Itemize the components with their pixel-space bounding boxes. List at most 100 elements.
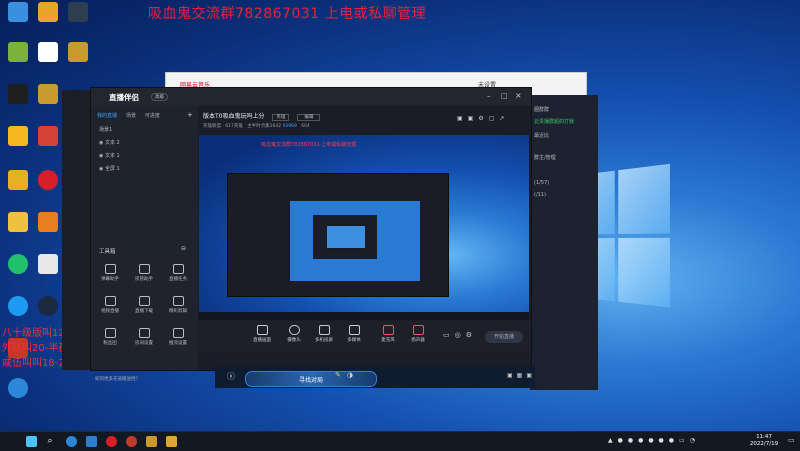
panel-row: 云贵播群超的打我 [534,119,575,125]
edge-taskbar-icon[interactable] [66,436,77,447]
desktop-icon[interactable] [3,84,33,104]
desktop-icon[interactable] [33,42,63,62]
camera-icon [288,325,300,335]
category-chip[interactable]: 英雄 [272,114,290,121]
edge-icon[interactable] [3,378,33,398]
scene-item[interactable]: ◉ 文本 1 [99,152,120,159]
speaker-button[interactable]: 扬声器 [405,325,431,343]
maximize-icon[interactable]: □ [501,92,508,100]
desktop-icon[interactable] [33,84,63,104]
search-icon[interactable]: ⌕ [44,436,56,447]
desktop-icon[interactable] [3,212,33,232]
preview-taskbar [199,312,529,320]
desktop-icon[interactable] [63,2,93,22]
start-live-button[interactable]: 开始直播 [485,331,523,343]
play-icon [348,325,360,335]
panel-row: (1/57) [534,180,550,186]
settings-icon[interactable]: ▭◎⚙ [443,331,477,339]
scene-item[interactable]: ◉ 文本 2 [99,139,120,146]
desktop-icon[interactable] [33,126,63,146]
live-companion-window[interactable]: 直播伴侣 高级 – □ × 我的直播 场景 可进度 + 场景1 ◉ 文本 2 ◉… [90,87,532,382]
speaker-icon [412,325,424,335]
tab-progress[interactable]: 可进度 [145,112,160,119]
edit-icon[interactable]: ✎◑ [335,371,359,379]
preview-banner-text: 吸血鬼交流群782867031 上电或私聊管理 [261,142,357,148]
steam-icon[interactable] [33,296,63,316]
admin-icon [138,264,150,274]
tool-room-settings[interactable]: 房间设置 [129,328,159,346]
desktop-icon[interactable] [3,126,33,146]
qq-icon[interactable] [3,296,33,316]
room-title[interactable]: 版本T0吸血鬼玩吗上分 英雄 编辑 [203,111,321,121]
camera-button[interactable]: 摄像头 [281,325,307,343]
phone-cast-button[interactable]: 多机投屏 [311,325,337,343]
league-2-taskbar-icon[interactable] [166,436,177,447]
nested-preview-deep [326,225,366,249]
room-header: 版本T0吸血鬼玩吗上分 英雄 编辑 英雄联盟 · 617英雄 主半时点集1642… [199,106,531,134]
background-chat-panel[interactable]: 圈群群 云贵播群超的打我 最近比 群主/管理 (1/57) (/11) [530,95,598,390]
desktop-icon[interactable] [3,170,33,190]
desktop-icon[interactable] [33,254,63,274]
monitor-icon [256,325,268,335]
desktop-icon[interactable] [63,42,93,62]
netease-icon[interactable] [33,170,63,190]
microphone-button[interactable]: 麦克风 [375,325,401,343]
tool-room-admin[interactable]: 房管助手 [129,264,159,282]
tray-icons[interactable]: ▲●●●●●●▭◔ [608,437,700,444]
nested-preview [290,201,420,281]
video-icon [104,296,116,306]
app-taskbar-icon[interactable] [126,436,137,447]
scene-item[interactable]: 场景1 [99,126,112,133]
microphone-icon [382,325,394,335]
tool-download[interactable]: 直播下载 [129,296,159,314]
store-icon[interactable] [86,436,97,447]
netease-taskbar-icon[interactable] [106,436,117,447]
download-icon [138,296,150,306]
system-clock[interactable]: 11:47 2022/7/19 [744,434,784,448]
nested-app-preview [227,173,449,297]
tool-live-task[interactable]: 直播任务 [163,264,193,282]
tab-my-live[interactable]: 我的直播 [97,112,117,119]
tool-video-live[interactable]: 视频直播 [95,296,125,314]
panel-row: 圈群群 [534,107,550,113]
version-badge: 高级 [151,93,168,101]
desktop-icon[interactable] [3,42,33,62]
minimize-icon[interactable]: – [487,92,491,100]
collapse-icon[interactable]: ⊖ [181,245,186,252]
close-icon[interactable]: × [515,91,522,100]
desktop-icon[interactable] [33,212,63,232]
control-bar: 直播画面 摄像头 多机投屏 多媒体 麦克风 扬声器 ▭◎⚙ 开始直播 [199,321,531,353]
tool-stream-settings[interactable]: 推流设置 [163,328,193,346]
add-scene-icon[interactable]: + [187,111,193,119]
game-client-bar: ⓧ 寻找对局 ✎◑ ▣▦▣ [215,366,535,388]
desktop-icon[interactable] [3,2,33,22]
scene-item[interactable]: ◉ 全屏 1 [99,165,120,172]
tool-danmaku[interactable]: 弹幕助手 [95,264,125,282]
settings-icon [138,328,150,338]
tab-scene[interactable]: 场景 [126,112,136,119]
client-tool-icons[interactable]: ▣▦▣ [507,372,536,379]
panel-row: 群主/管理 [534,155,556,161]
clip-icon [172,296,184,306]
danmaku-icon [104,264,116,274]
tool-fan-club[interactable]: 粉丝团 [95,328,125,346]
task-icon [172,264,184,274]
edit-chip[interactable]: 编辑 [297,114,321,121]
header-tool-icons[interactable]: ▣▣⚙▢↗ [457,115,509,122]
qq-music-icon[interactable] [3,254,33,274]
screen-capture-button[interactable]: 直播画面 [249,325,275,343]
start-icon[interactable] [26,436,37,447]
live-preview[interactable]: 吸血鬼交流群782867031 上电或私聊管理 [199,135,529,320]
tool-highlight[interactable]: 精彩剪辑 [163,296,193,314]
room-meta: 英雄联盟 · 617英雄 主半时点集1642 92969 664 [203,124,310,129]
cancel-icon[interactable]: ⓧ [227,371,235,382]
desktop-icon[interactable] [33,2,63,22]
schedule-note-3: 咸伍叫叫18-22 [2,358,72,369]
help-hint[interactable]: 如何更多充值赠送挡？ [95,376,140,382]
media-button[interactable]: 多媒体 [341,325,367,343]
overlay-banner-text: 吸血鬼交流群782867031 上电或私聊管理 [148,6,427,22]
league-taskbar-icon[interactable] [146,436,157,447]
stream-icon [172,328,184,338]
notification-icon[interactable]: ▭ [788,436,795,444]
scene-sidebar: 我的直播 场景 可进度 + 场景1 ◉ 文本 2 ◉ 文本 1 ◉ 全屏 1 工… [91,106,198,382]
